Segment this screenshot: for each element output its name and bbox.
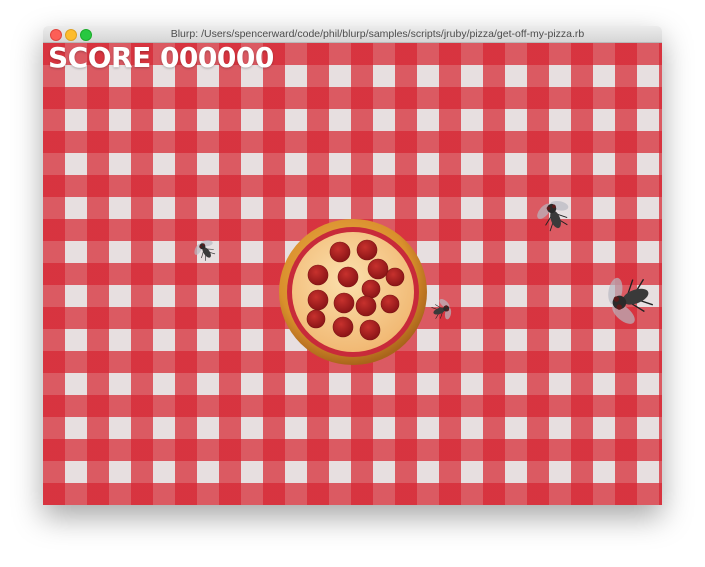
game-canvas[interactable]: SCORE 000000 (43, 43, 662, 505)
title-bar[interactable]: Blurp: /Users/spencerward/code/phil/blur… (43, 26, 662, 43)
fly-icon[interactable] (531, 189, 577, 241)
fly-icon[interactable] (190, 233, 220, 267)
maximize-button[interactable] (80, 29, 92, 41)
score-display: SCORE 000000 (48, 43, 274, 74)
fly-icon[interactable] (595, 265, 662, 333)
pizza-icon[interactable] (278, 217, 428, 367)
minimize-button[interactable] (65, 29, 77, 41)
fly-icon[interactable] (427, 295, 457, 325)
game-window: Blurp: /Users/spencerward/code/phil/blur… (43, 26, 662, 505)
close-button[interactable] (50, 29, 62, 41)
window-title: Blurp: /Users/spencerward/code/phil/blur… (170, 28, 585, 40)
